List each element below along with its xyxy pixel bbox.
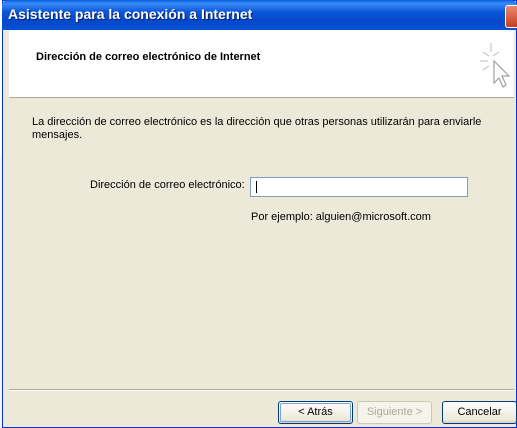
cancel-button-label: Cancelar xyxy=(457,406,502,418)
wizard-cursor-icon xyxy=(480,43,511,88)
email-label: Dirección de correo electrónico: xyxy=(90,179,245,191)
example-text: Por ejemplo: alguien@microsoft.com xyxy=(251,211,431,223)
footer-divider xyxy=(9,389,514,391)
wizard-window: Asistente para la conexión a Internet Di… xyxy=(2,0,517,428)
title-bar[interactable]: Asistente para la conexión a Internet xyxy=(2,0,517,30)
window-title: Asistente para la conexión a Internet xyxy=(8,6,253,22)
text-caret xyxy=(256,181,257,193)
next-button[interactable]: Siguiente > xyxy=(357,401,432,424)
close-button[interactable] xyxy=(505,5,517,28)
next-button-label: Siguiente > xyxy=(366,406,423,418)
description-text: La dirección de correo electrónico es la… xyxy=(32,116,482,141)
back-button[interactable]: < Atrás xyxy=(278,401,353,424)
cancel-button[interactable]: Cancelar xyxy=(442,401,517,424)
page-title: Dirección de correo electrónico de Inter… xyxy=(36,51,261,63)
email-input[interactable] xyxy=(250,177,468,197)
back-button-label: < Atrás xyxy=(298,406,333,418)
wizard-header: Dirección de correo electrónico de Inter… xyxy=(9,30,514,98)
